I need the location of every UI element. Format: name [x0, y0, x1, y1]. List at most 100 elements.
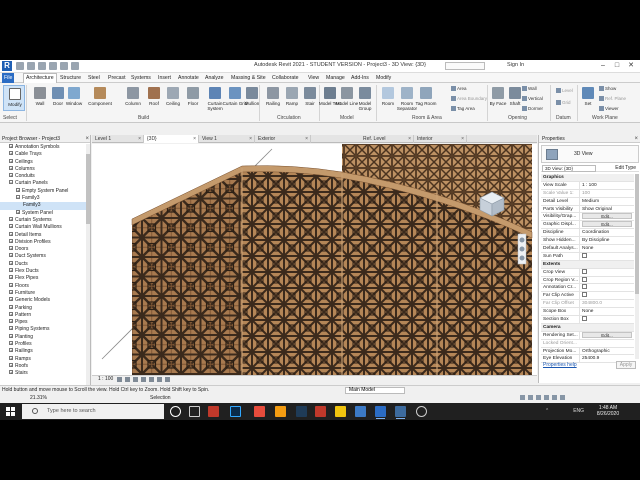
tab-steel[interactable]: Steel	[86, 74, 102, 82]
tab-file[interactable]: File	[2, 73, 15, 83]
property-value[interactable]	[579, 252, 634, 260]
acrobat-icon[interactable]	[208, 406, 219, 417]
expand-icon[interactable]: +	[9, 158, 13, 163]
view-tab[interactable]: Interior ×	[414, 135, 467, 143]
close-icon[interactable]: ×	[85, 135, 89, 143]
tree-item[interactable]: + Cable Trays	[0, 151, 86, 158]
view-tab[interactable]: Level 1 ×	[92, 135, 144, 143]
revit-icon[interactable]	[355, 406, 366, 417]
circulation-panel-label[interactable]: Circulation	[277, 115, 301, 121]
filter-icon[interactable]	[560, 395, 565, 400]
redo-icon[interactable]	[49, 62, 57, 70]
sign-in-link[interactable]: Sign In	[507, 62, 524, 68]
scrollbar-thumb[interactable]	[86, 154, 90, 224]
tab-annotate[interactable]: Annotate	[176, 74, 201, 82]
properties-help-link[interactable]: Properties help	[543, 362, 577, 368]
room-area-panel-label[interactable]: Room & Area	[412, 115, 442, 121]
tree-item[interactable]: + Annotation Symbols	[0, 144, 86, 151]
tree-item[interactable]: Family3	[0, 202, 86, 210]
expand-icon[interactable]: +	[9, 304, 13, 309]
tree-item[interactable]: + Profiles	[0, 341, 86, 348]
expand-icon[interactable]: +	[9, 144, 13, 149]
edit-button[interactable]: Edit...	[582, 221, 632, 228]
close-icon[interactable]: ✕	[624, 61, 638, 71]
tree-item[interactable]: + Roofs	[0, 362, 86, 370]
type-selector[interactable]: 3D View	[541, 145, 639, 163]
tab-systems[interactable]: Systems	[129, 74, 153, 82]
expand-icon[interactable]: +	[9, 165, 13, 170]
column-button[interactable]: Column	[122, 85, 144, 111]
tree-item[interactable]: + Generic Models	[0, 297, 86, 304]
select-pinned-icon[interactable]	[536, 395, 541, 400]
edit-button[interactable]: Edit...	[582, 213, 632, 220]
expand-icon[interactable]: +	[16, 187, 20, 192]
tree-item[interactable]: + Railings	[0, 348, 86, 355]
tab-structure[interactable]: Structure	[58, 74, 83, 82]
edit-type-button[interactable]: Edit Type	[615, 164, 636, 172]
expand-icon[interactable]: +	[9, 275, 13, 280]
revit-active-icon[interactable]	[375, 406, 386, 419]
checkbox[interactable]	[582, 284, 587, 290]
properties-scrollbar[interactable]	[635, 174, 639, 359]
close-icon[interactable]: ×	[408, 135, 411, 143]
tab-precast[interactable]: Precast	[106, 74, 128, 82]
tree-item[interactable]: + Duct Systems	[0, 253, 86, 260]
minimize-icon[interactable]: –	[596, 61, 610, 71]
taskbar-search-input[interactable]: Type here to search	[22, 404, 164, 419]
area-button[interactable]: Area	[451, 86, 467, 92]
save-icon[interactable]	[27, 62, 35, 70]
task-view-icon[interactable]	[189, 406, 200, 417]
tab-massing-site[interactable]: Massing & Site	[229, 74, 268, 82]
checkbox[interactable]	[582, 276, 587, 282]
tree-item[interactable]: + Ceilings	[0, 158, 86, 166]
expand-icon[interactable]: +	[9, 370, 13, 375]
expand-icon[interactable]: +	[9, 238, 13, 243]
property-value[interactable]: Edit...	[579, 331, 634, 339]
tab-modify[interactable]: Modify	[374, 74, 393, 82]
curtain-wall-middle[interactable]	[242, 165, 342, 382]
property-value[interactable]: 1 : 100	[579, 181, 634, 189]
select-underlay-icon[interactable]	[528, 395, 533, 400]
property-value[interactable]	[579, 268, 634, 276]
tree-item[interactable]: + Pattern	[0, 311, 86, 319]
checkbox[interactable]	[582, 316, 587, 322]
expand-icon[interactable]: +	[9, 173, 13, 178]
tab-collaborate[interactable]: Collaborate	[270, 74, 301, 82]
3d-viewport[interactable]	[92, 144, 537, 382]
tree-item[interactable]: + Flex Pipes	[0, 275, 86, 282]
workplane-panel-label[interactable]: Work Plane	[592, 115, 618, 121]
ceiling-button[interactable]: Ceiling	[162, 85, 184, 111]
checkbox[interactable]	[582, 252, 587, 258]
file-explorer-icon[interactable]	[275, 406, 286, 417]
tree-item[interactable]: + Ramps	[0, 355, 86, 363]
help-search-input[interactable]	[445, 62, 485, 70]
close-icon[interactable]: ×	[193, 135, 196, 143]
cortana-icon[interactable]	[170, 406, 181, 417]
dormer-button[interactable]: Dormer	[522, 106, 543, 112]
tree-item[interactable]: + Stairs	[0, 370, 86, 377]
maximize-icon[interactable]: □	[610, 61, 624, 71]
tab-add-ins[interactable]: Add-Ins	[349, 74, 371, 82]
app-icon-2[interactable]	[395, 406, 406, 419]
build-panel-label[interactable]: Build	[138, 115, 149, 121]
view-tab[interactable]: Ref. Level ×	[360, 135, 414, 143]
language-indicator[interactable]: ENG	[573, 408, 584, 414]
window-button[interactable]: Window	[63, 85, 85, 111]
select-links-icon[interactable]	[520, 395, 525, 400]
area-boundary-button[interactable]: Area Boundary	[451, 96, 487, 102]
render-icon[interactable]	[149, 377, 154, 382]
collapse-icon[interactable]: −	[16, 195, 20, 200]
ref-plane-button[interactable]: Ref. Plane	[599, 96, 626, 102]
model-group-button[interactable]: Model Group	[354, 85, 376, 111]
print-icon[interactable]	[60, 62, 68, 70]
tree-item[interactable]: + Empty System Panel	[0, 187, 86, 195]
property-value[interactable]: Orthographic	[579, 347, 634, 355]
detail-level-icon[interactable]	[117, 377, 122, 382]
expand-icon[interactable]: +	[9, 282, 13, 287]
navigation-bar[interactable]	[517, 233, 527, 265]
expand-icon[interactable]: +	[9, 289, 13, 294]
level-button[interactable]: Level	[556, 88, 573, 94]
close-icon[interactable]: ×	[305, 135, 308, 143]
sketchup-icon[interactable]	[296, 406, 307, 417]
view-tab[interactable]: View 1 ×	[199, 135, 255, 143]
